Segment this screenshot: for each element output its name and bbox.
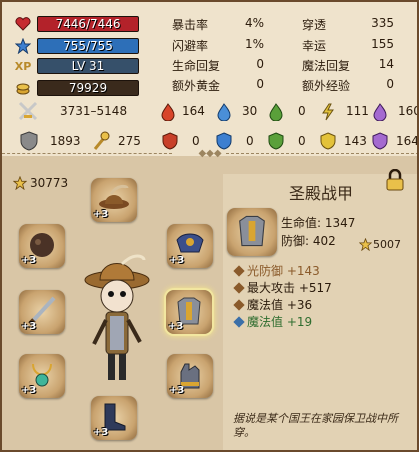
fire-defense-value: 0 [192,134,200,148]
score-value: 30773 [30,176,69,190]
bonus-text: 魔法值 +19 [247,315,313,329]
arcane-attack-icon [372,103,388,122]
luck-value: 155 [371,37,394,51]
mp-bar: 755/755 [37,38,139,54]
hp-regen-label: 生命回复 [172,59,221,73]
attack-range: 3731–5148 [60,104,128,118]
crossed-swords-icon [16,100,40,122]
upgrade-level: +3 [168,321,184,332]
arcane-attack-value: 160 [398,104,419,118]
ice-attack-icon [216,103,232,122]
gold-box: 79929 [37,80,139,96]
divider [226,153,417,154]
fire-attack-value: 164 [182,104,205,118]
upgrade-level: +3 [21,255,37,266]
bonus-text: 光防御 +143 [247,264,320,278]
bonus-row: 魔法值 +19 [233,313,313,330]
upgrade-level: +3 [21,321,37,332]
armor-icon [239,215,265,247]
extra-xp-label: 额外经验 [302,79,351,93]
item-score: 5007 [373,238,401,251]
poison-defense-icon [268,132,284,150]
extra-gold-label: 额外黄金 [172,79,221,93]
level-bar: LV 31 [37,58,139,74]
crit-rate-value: 4% [244,16,264,30]
mp-regen-label: 魔法回复 [302,59,351,73]
lightning-defense-icon [320,132,336,150]
mp-text: 755/755 [63,39,113,53]
lightning-attack-icon [320,103,336,121]
magic-staff-icon [90,130,112,152]
character-stats-panel: 7446/7446 755/755 XP LV 31 79929 暴击率 4% … [0,0,419,452]
arcane-defense-value: 164 [396,134,419,148]
equip-slot-gloves[interactable]: +3 [167,354,213,398]
poison-attack-value: 0 [298,104,306,118]
ice-defense-value: 0 [246,134,254,148]
gold-coins-icon [14,80,32,96]
bonus-text: 魔法值 +36 [247,298,313,312]
equip-slot-armor-selected[interactable]: +3 [166,290,212,334]
heart-icon [14,16,32,32]
bonus-text: 最大攻击 +517 [247,281,332,295]
divider [2,153,172,154]
penetration-value: 335 [371,16,394,30]
arcane-defense-icon [372,132,388,150]
penetration-label: 穿透 [302,18,327,32]
level-text: LV 31 [71,59,105,73]
upgrade-level: +3 [93,427,109,438]
ice-attack-value: 30 [242,104,258,118]
character-avatar [82,250,152,390]
equip-slot-shoulders[interactable]: +3 [167,224,213,268]
bonus-row: 魔法值 +36 [233,296,313,313]
poison-attack-icon [268,103,284,122]
fire-attack-icon [160,103,176,122]
xp-icon: XP [14,59,32,73]
upgrade-level: +3 [21,385,37,396]
extra-xp-value: 0 [386,77,394,91]
crit-rate-label: 暴击率 [172,18,209,32]
bonus-row: 最大攻击 +517 [233,279,332,296]
gold-text: 79929 [68,81,108,95]
lock-icon[interactable] [383,168,407,192]
item-preview [227,208,277,256]
equip-slot-weapon[interactable]: +3 [19,290,65,334]
item-score-star-icon [358,237,372,251]
upgrade-level: +3 [169,255,185,266]
equip-slot-boots[interactable]: +3 [91,396,137,440]
hp-text: 7446/7446 [55,17,121,31]
extra-gold-value: 0 [256,77,264,91]
score-star-icon [12,175,28,191]
dodge-rate-value: 1% [244,37,264,51]
divider-ornament-icon: ◆◆◆ [198,147,222,159]
mana-star-icon [14,38,32,54]
lightning-attack-value: 111 [346,104,369,118]
equip-slot-helmet[interactable]: +3 [91,178,137,222]
luck-label: 幸运 [302,39,327,53]
item-hp-line: 生命值: 1347 [281,216,356,230]
bonus-row: 光防御 +143 [233,262,320,279]
hp-bar: 7446/7446 [37,16,139,32]
lightning-defense-value: 143 [344,134,367,148]
magic-attack-value: 275 [118,134,141,148]
defense-value: 1893 [50,134,81,148]
upgrade-level: +3 [169,385,185,396]
item-lore: 据说是某个国王在家园保卫战中所穿。 [233,412,398,439]
mp-regen-value: 14 [378,57,394,71]
fire-defense-icon [162,132,178,150]
equip-slot-offhand[interactable]: +3 [19,224,65,268]
poison-defense-value: 0 [298,134,306,148]
hp-regen-value: 0 [256,57,264,71]
shield-icon [18,130,40,152]
upgrade-level: +3 [93,209,109,220]
equip-slot-necklace[interactable]: +3 [19,354,65,398]
item-detail-panel: 圣殿战甲 生命值: 1347 防御: 402 5007 光防御 +143 最大攻… [223,169,417,450]
item-def-line: 防御: 402 [281,234,336,248]
dodge-rate-label: 闪避率 [172,39,209,53]
